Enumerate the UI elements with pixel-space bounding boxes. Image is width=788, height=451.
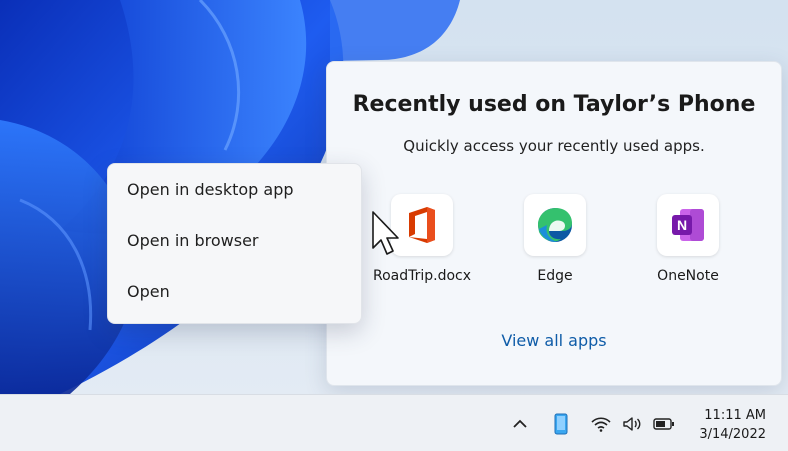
app-label: Edge (537, 268, 573, 284)
taskbar: 11:11 AM 3/14/2022 (0, 394, 788, 451)
clock-time: 11:11 AM (704, 408, 766, 423)
app-tile-edge[interactable]: Edge (500, 194, 610, 284)
edge-icon[interactable] (524, 194, 586, 256)
app-label: OneNote (657, 268, 719, 284)
battery-icon[interactable] (651, 395, 677, 451)
menu-item-open-in-browser[interactable]: Open in browser (108, 221, 361, 272)
menu-item-open-in-desktop-app[interactable]: Open in desktop app (108, 170, 361, 221)
onenote-icon[interactable]: N (657, 194, 719, 256)
clock-date: 3/14/2022 (699, 427, 766, 442)
panel-subtitle: Quickly access your recently used apps. (403, 137, 705, 155)
chevron-up-icon[interactable] (507, 395, 533, 451)
context-menu: Open in desktop app Open in browser Open (107, 163, 362, 324)
app-tile-onenote[interactable]: N OneNote (633, 194, 743, 284)
app-label: RoadTrip.docx (372, 268, 472, 284)
mouse-cursor-icon (371, 210, 399, 260)
taskbar-clock[interactable]: 11:11 AM 3/14/2022 (699, 406, 766, 444)
menu-item-open[interactable]: Open (108, 272, 361, 323)
svg-text:N: N (677, 217, 687, 233)
phone-icon[interactable] (550, 395, 572, 451)
panel-title: Recently used on Taylor’s Phone (352, 92, 756, 117)
wifi-icon[interactable] (589, 395, 613, 451)
volume-icon[interactable] (620, 395, 644, 451)
office-icon[interactable] (391, 194, 453, 256)
view-all-apps-link[interactable]: View all apps (327, 331, 781, 350)
